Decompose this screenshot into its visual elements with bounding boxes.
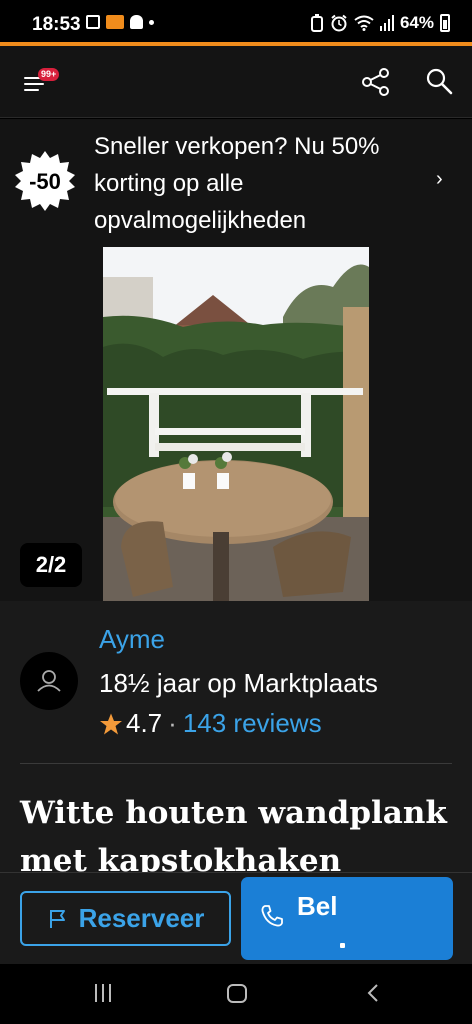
- seller-membership: 18½ jaar op Marktplaats: [99, 668, 378, 698]
- recents-icon-line: [109, 984, 111, 1002]
- image-counter: 2/2: [20, 543, 82, 587]
- menu-icon-line: [24, 89, 39, 91]
- seller-name[interactable]: Ayme: [99, 624, 165, 655]
- notification-icons: [86, 15, 154, 29]
- discount-badge: -50: [14, 150, 76, 217]
- menu-button[interactable]: 99+: [20, 68, 60, 102]
- listing-photo[interactable]: [103, 247, 369, 601]
- rating-value: 4.7: [126, 708, 163, 738]
- battery-percentage: 64%: [399, 13, 434, 32]
- reserve-button-label: Reserveer: [78, 903, 205, 933]
- alarm-icon: [331, 14, 347, 32]
- menu-icon-line: [24, 83, 44, 85]
- search-icon: [426, 68, 453, 95]
- recents-icon: [95, 984, 97, 1002]
- title-section: Witte houten wandplank met kapstokhaken: [0, 764, 472, 872]
- status-bar: 18:53 64%: [0, 0, 472, 42]
- loading-dot-icon: [340, 943, 345, 948]
- listing-photo-illustration: [103, 247, 369, 601]
- seller-rating: 4.7 · 143 reviews: [99, 708, 322, 739]
- listing-title: Witte houten wandplank met kapstokhaken: [20, 795, 447, 872]
- status-time: 18:53: [32, 14, 81, 35]
- promo-text: Sneller verkopen? Nu 50% korting op alle…: [94, 133, 380, 234]
- snapchat-icon: [130, 15, 143, 29]
- system-status-icons: 64%: [310, 13, 450, 33]
- flag-icon: [49, 909, 65, 928]
- battery-icon: [440, 14, 450, 32]
- notification-badge: 99+: [38, 68, 60, 81]
- avatar[interactable]: [20, 652, 78, 710]
- wifi-icon: [354, 15, 374, 31]
- recents-button[interactable]: [95, 984, 111, 1002]
- call-button-label: Bel: [297, 891, 338, 921]
- recents-icon-line: [102, 984, 104, 1002]
- home-button[interactable]: [227, 984, 247, 1003]
- call-button[interactable]: Bel: [241, 877, 453, 960]
- gallery-icon: [86, 15, 100, 29]
- battery-saver-icon: [310, 14, 323, 32]
- back-button[interactable]: [364, 983, 384, 1003]
- rating-separator: ·: [168, 708, 177, 738]
- back-icon: [367, 984, 378, 1002]
- discount-badge-text: -50: [29, 169, 61, 194]
- phone-icon: [261, 905, 283, 927]
- signal-icon: [379, 15, 394, 31]
- discount-badge-shape: -50: [15, 151, 75, 211]
- reviews-link[interactable]: 143 reviews: [183, 708, 322, 739]
- star-icon: [100, 713, 122, 734]
- chevron-right-icon: ›: [436, 168, 443, 190]
- reserve-button[interactable]: Reserveer: [20, 891, 231, 946]
- share-icon: [362, 68, 389, 96]
- share-button[interactable]: [360, 66, 392, 98]
- user-icon: [37, 670, 61, 692]
- top-app-bar: 99+: [0, 46, 472, 118]
- more-dot-icon: [149, 19, 154, 25]
- search-button[interactable]: [423, 66, 455, 98]
- app-notification-icon: [106, 15, 124, 29]
